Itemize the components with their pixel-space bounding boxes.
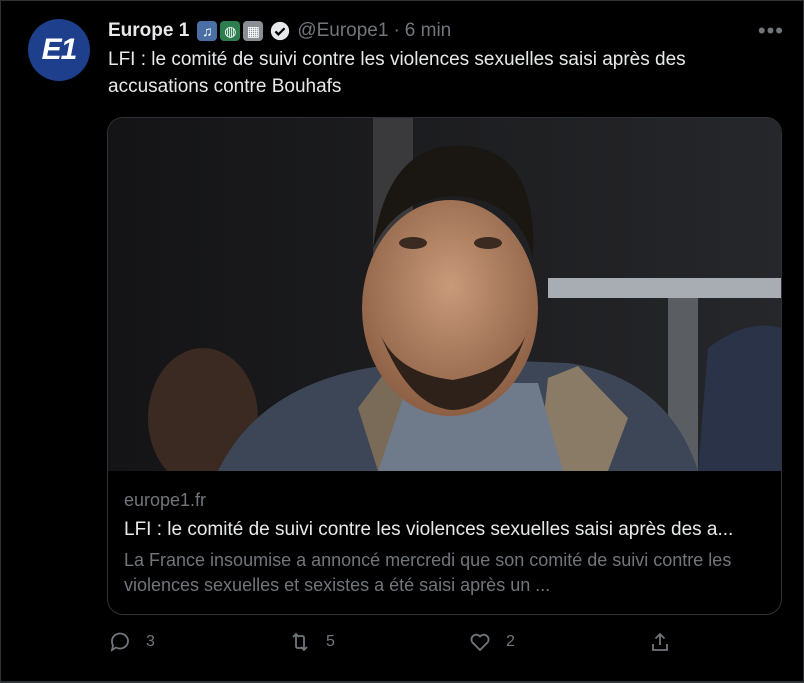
reply-icon — [110, 632, 129, 652]
reply-count: 3 — [146, 633, 155, 650]
like-count: 2 — [506, 633, 515, 650]
avatar[interactable]: E1 — [28, 19, 90, 81]
tweet-text: LFI : le comité de suivi contre les viol… — [108, 49, 686, 97]
retweet-count: 5 — [326, 633, 335, 650]
reply-button[interactable]: 3 — [108, 630, 155, 654]
tweet-actions: 3 5 2 — [108, 630, 688, 662]
name-emojis: ♫ ◍ ▦ — [197, 21, 264, 41]
share-button[interactable] — [648, 630, 672, 654]
card-image — [108, 118, 781, 471]
music-note-icon: ♫ — [197, 21, 218, 41]
tweet-header: Europe 1 ♫ ◍ ▦ @Europe1 · 6 min — [108, 18, 451, 44]
link-card[interactable]: europe1.fr LFI : le comité de suivi cont… — [107, 117, 782, 615]
author-name[interactable]: Europe 1 — [108, 20, 189, 42]
card-description: La France insoumise a annoncé mercredi q… — [124, 550, 732, 595]
separator: · — [393, 20, 400, 41]
globe-icon: ◍ — [220, 21, 241, 41]
like-icon — [470, 633, 490, 652]
radio-icon: ▦ — [243, 21, 264, 41]
like-button[interactable]: 2 — [468, 630, 515, 654]
retweet-icon — [292, 632, 308, 652]
author-handle[interactable]: @Europe1 — [297, 20, 388, 42]
more-icon[interactable]: ••• — [758, 18, 784, 44]
verified-badge-icon — [271, 21, 290, 41]
tweet-time[interactable]: 6 min — [405, 20, 451, 42]
retweet-button[interactable]: 5 — [288, 630, 335, 654]
share-icon — [652, 632, 668, 651]
avatar-logo: E1 — [41, 33, 78, 66]
card-domain: europe1.fr — [124, 490, 207, 510]
card-title: LFI : le comité de suivi contre les viol… — [124, 519, 734, 540]
